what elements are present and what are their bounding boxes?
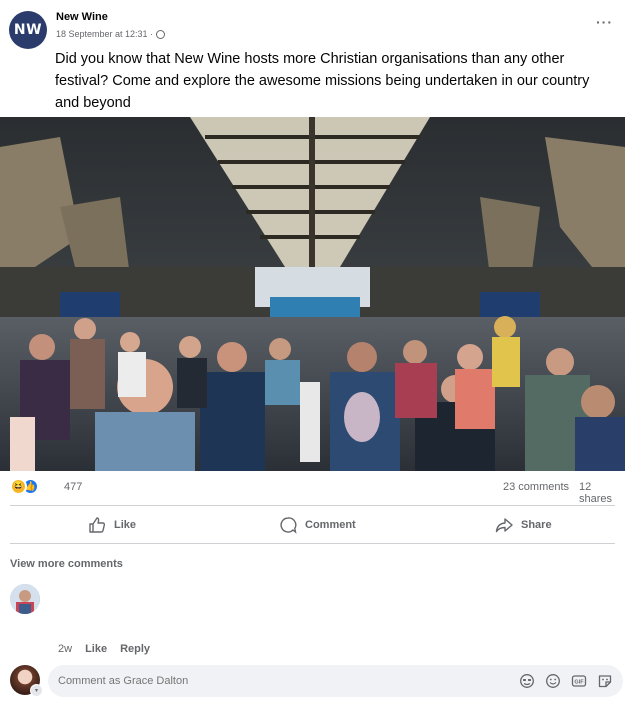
share-label: Share	[521, 519, 552, 531]
divider	[10, 505, 615, 506]
post-timestamp[interactable]: 18 September at 12:31 ·	[56, 29, 153, 39]
laugh-reaction-icon: 😆	[10, 478, 27, 495]
like-icon	[89, 517, 106, 533]
sticker-icon[interactable]	[519, 673, 535, 689]
commenter-avatar[interactable]	[10, 584, 40, 614]
comment-like-link[interactable]: Like	[85, 643, 107, 655]
svg-text:GIF: GIF	[574, 680, 584, 686]
shares-count[interactable]: 12 shares	[579, 481, 625, 505]
hall-crowd-photo	[0, 117, 625, 471]
reaction-icons[interactable]: 😆 👍	[10, 478, 39, 495]
photo-sticker-icon[interactable]	[597, 673, 613, 689]
comment-input[interactable]	[48, 665, 623, 697]
divider	[10, 543, 615, 544]
globe-icon	[156, 29, 166, 39]
post-photo[interactable]	[0, 117, 625, 471]
commenter-photo	[10, 584, 40, 614]
page-name[interactable]: New Wine	[56, 11, 108, 23]
share-icon	[495, 518, 513, 533]
share-button[interactable]: Share	[495, 514, 552, 536]
page-avatar[interactable]: NW	[9, 11, 47, 49]
avatar-initials: NW	[13, 22, 43, 38]
like-button[interactable]: Like	[88, 514, 136, 536]
post-meta: 18 September at 12:31 ·	[56, 29, 166, 39]
chevron-down-icon[interactable]: ▾	[30, 684, 43, 697]
comments-count[interactable]: 23 comments	[503, 481, 569, 493]
more-options-icon[interactable]: ···	[596, 15, 613, 29]
emoji-icon[interactable]	[545, 673, 561, 689]
post-text: Did you know that New Wine hosts more Ch…	[55, 51, 590, 111]
comment-time[interactable]: 2w	[58, 643, 72, 655]
comment-icon	[280, 517, 297, 534]
reaction-count[interactable]: 477	[64, 481, 82, 493]
like-label: Like	[114, 519, 137, 531]
gif-icon[interactable]: GIF	[571, 673, 587, 689]
comment-actions: 2w Like Reply	[58, 643, 150, 655]
comment-reply-link[interactable]: Reply	[120, 643, 150, 655]
comment-button[interactable]: Comment	[279, 514, 356, 536]
comment-label: Comment	[305, 519, 356, 531]
view-more-comments-link[interactable]: View more comments	[10, 558, 123, 570]
